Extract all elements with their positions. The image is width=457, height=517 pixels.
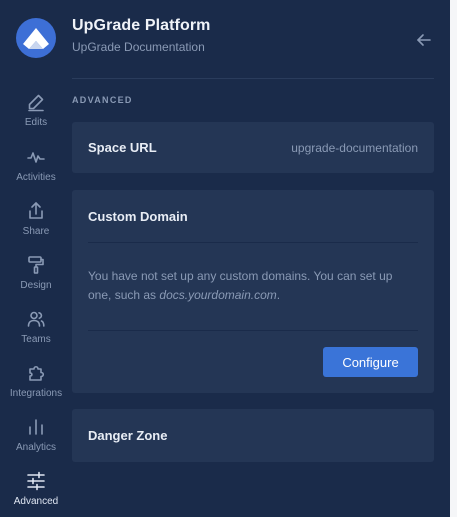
sidebar-item-label: Share	[22, 226, 50, 237]
header-divider	[72, 78, 434, 79]
custom-domain-description: You have not set up any custom domains. …	[88, 267, 418, 305]
sidebar-item-label: Advanced	[13, 496, 59, 507]
sidebar-item-activities[interactable]: Activities	[0, 141, 72, 191]
edit-icon	[28, 94, 44, 112]
custom-domain-title: Custom Domain	[88, 209, 188, 224]
card-divider	[88, 242, 418, 243]
danger-zone-card[interactable]: Danger Zone	[72, 409, 434, 462]
custom-domain-card: Custom Domain You have not set up any cu…	[72, 190, 434, 393]
space-url-value[interactable]: upgrade-documentation	[291, 141, 418, 155]
sidebar-item-label: Design	[20, 280, 52, 291]
danger-zone-title: Danger Zone	[88, 428, 168, 443]
sidebar-item-design[interactable]: Design	[0, 249, 72, 299]
share-icon	[29, 202, 43, 219]
space-logo-icon	[16, 18, 56, 58]
sidebar-item-label: Analytics	[15, 442, 56, 453]
sidebar-item-analytics[interactable]: Analytics	[0, 411, 72, 461]
sidebar-item-edits[interactable]: Edits	[0, 86, 72, 136]
sliders-icon	[27, 471, 45, 491]
users-icon	[27, 311, 45, 327]
card-divider	[88, 330, 418, 331]
space-url-card: Space URL upgrade-documentation	[72, 122, 434, 173]
app-frame: UpGrade Platform UpGrade Documentation E…	[0, 0, 450, 517]
section-heading: ADVANCED	[72, 95, 133, 105]
window-edge	[450, 0, 457, 517]
puzzle-icon	[29, 365, 45, 381]
description-suffix: .	[276, 288, 281, 302]
back-arrow-icon[interactable]	[414, 30, 434, 50]
sidebar-item-teams[interactable]: Teams	[0, 303, 72, 353]
sidebar-item-label: Activities	[16, 172, 56, 183]
sidebar-item-share[interactable]: Share	[0, 195, 72, 245]
paint-roller-icon	[28, 256, 44, 274]
sidebar-item-label: Edits	[24, 117, 48, 128]
sidebar-item-integrations[interactable]: Integrations	[0, 357, 72, 407]
header: UpGrade Platform UpGrade Documentation	[0, 0, 450, 78]
activity-icon	[27, 152, 45, 163]
sidebar-nav: Edits Activities Share Design Teams Inte…	[0, 80, 72, 517]
sidebar-item-advanced[interactable]: Advanced	[0, 465, 72, 515]
app-title: UpGrade Platform	[72, 17, 211, 34]
bar-chart-icon	[29, 419, 43, 435]
configure-button[interactable]: Configure	[323, 347, 418, 377]
sidebar-item-label: Teams	[21, 334, 51, 345]
description-example: docs.yourdomain.com	[159, 288, 277, 302]
sidebar-item-label: Integrations	[9, 388, 63, 399]
app-subtitle: UpGrade Documentation	[72, 40, 205, 54]
space-url-title: Space URL	[88, 140, 157, 155]
